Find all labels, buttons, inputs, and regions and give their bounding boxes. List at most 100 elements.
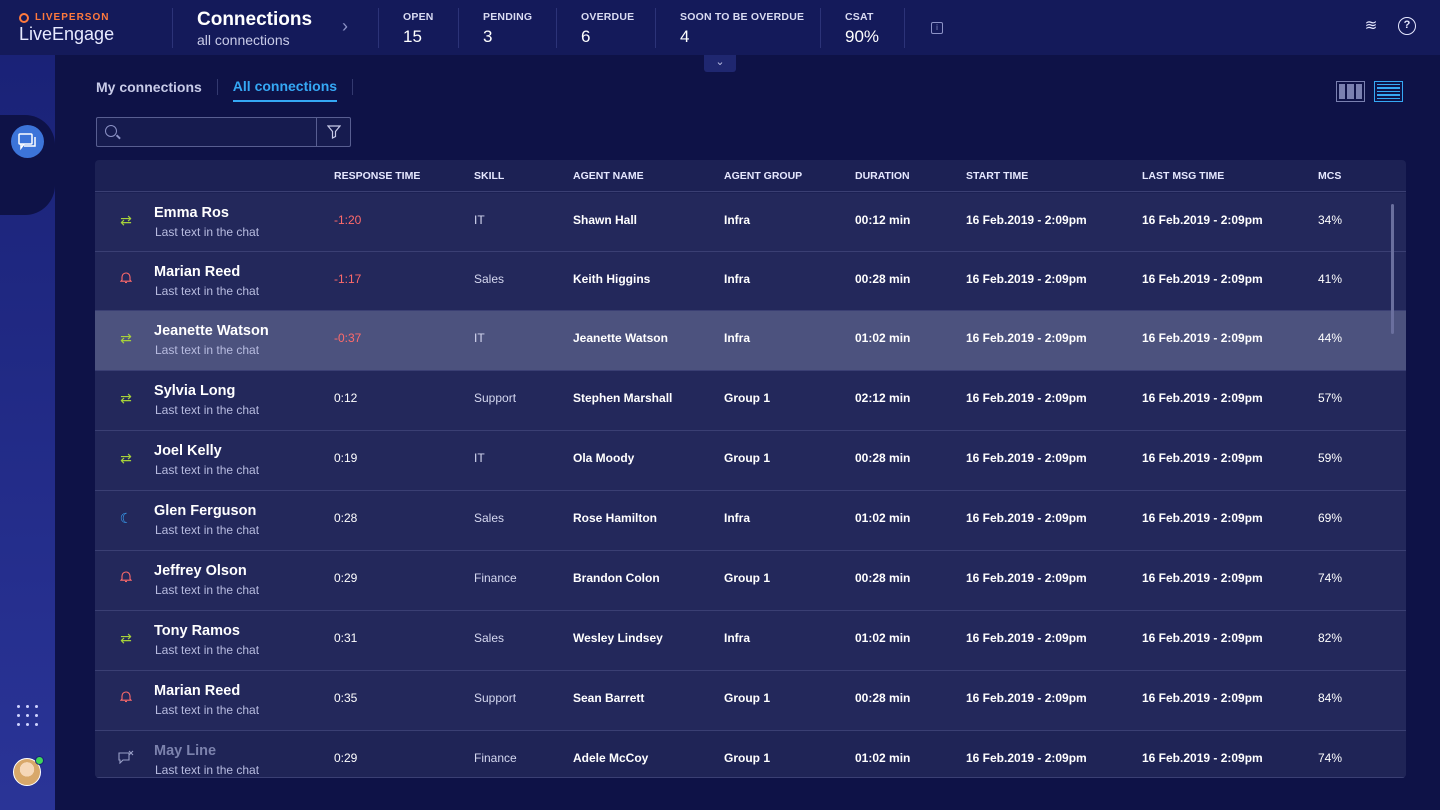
filter-icon[interactable]: [316, 118, 350, 146]
col-agent-group[interactable]: AGENT GROUP: [724, 170, 802, 182]
table-row[interactable]: May Line Last text in the chat 0:29 Finance…: [95, 731, 1406, 778]
agent-name: Adele McCoy: [573, 751, 649, 765]
agent-name: Stephen Marshall: [573, 391, 673, 405]
response-time: 0:35: [334, 691, 358, 705]
stat-open[interactable]: OPEN 15: [379, 0, 458, 55]
last-msg-time: 16 Feb.2019 - 2:09pm: [1142, 511, 1263, 525]
col-duration[interactable]: DURATION: [855, 170, 910, 182]
mcs: 69%: [1318, 511, 1343, 525]
agent-name: Ola Moody: [573, 451, 635, 465]
mcs: 57%: [1318, 391, 1343, 405]
table-row[interactable]: ⇄ Jeanette Watson Last text in the chat -0:…: [95, 311, 1406, 371]
connections-table: RESPONSE TIME SKILL AGENT NAME AGENT GRO…: [95, 160, 1406, 778]
col-last-msg-time[interactable]: LAST MSG TIME: [1142, 170, 1224, 182]
tab-my-connections[interactable]: My connections: [96, 79, 202, 101]
tab-divider: [216, 79, 218, 95]
col-skill[interactable]: SKILL: [474, 170, 504, 182]
stat-csat[interactable]: CSAT 90%: [821, 0, 904, 55]
table-row[interactable]: Marian Reed Last text in the chat 0:35 Supp…: [95, 671, 1406, 731]
layers-icon[interactable]: ≋: [1362, 17, 1380, 35]
tab-divider: [352, 79, 354, 95]
response-time: 0:19: [334, 451, 358, 465]
customer-name: Joel Kelly: [154, 443, 222, 459]
last-msg-time: 16 Feb.2019 - 2:09pm: [1142, 213, 1263, 227]
chevron-down-icon[interactable]: ⌄: [704, 55, 736, 72]
col-mcs[interactable]: MCS: [1318, 170, 1341, 182]
agent-group: Group 1: [724, 751, 771, 765]
stat-soon-overdue[interactable]: SOON TO BE OVERDUE 4: [656, 0, 820, 55]
transfer-icon: ⇄: [120, 390, 132, 406]
liveperson-logo-icon: [19, 12, 29, 23]
agent-group: Group 1: [724, 691, 771, 705]
table-row[interactable]: ⇄ Joel Kelly Last text in the chat 0:19 IT Ol…: [95, 431, 1406, 491]
start-time: 16 Feb.2019 - 2:09pm: [966, 331, 1087, 345]
response-time: -1:17: [334, 272, 362, 286]
mcs: 74%: [1318, 751, 1343, 765]
columns-view-icon[interactable]: [1336, 81, 1365, 102]
last-msg-time: 16 Feb.2019 - 2:09pm: [1142, 331, 1263, 345]
last-message: Last text in the chat: [155, 643, 260, 657]
stat-overdue[interactable]: OVERDUE 6: [557, 0, 655, 55]
tab-all-connections[interactable]: All connections: [232, 78, 338, 102]
skill: IT: [474, 213, 485, 227]
last-message: Last text in the chat: [155, 403, 260, 417]
customer-name: Marian Reed: [154, 683, 241, 699]
skill: Support: [474, 691, 517, 705]
stat-pending[interactable]: PENDING 3: [459, 0, 556, 55]
agent-name: Sean Barrett: [573, 691, 645, 705]
scrollbar[interactable]: [1391, 204, 1394, 334]
view-toggle: [1336, 81, 1403, 102]
col-start-time[interactable]: START TIME: [966, 170, 1028, 182]
customer-name: Emma Ros: [154, 205, 229, 221]
top-bar: LIVEPERSON LiveEngage Connections all co…: [0, 0, 1440, 55]
start-time: 16 Feb.2019 - 2:09pm: [966, 571, 1087, 585]
agent-name: Jeanette Watson: [573, 331, 668, 345]
table-row[interactable]: ⇄ Tony Ramos Last text in the chat 0:31 Sale…: [95, 611, 1406, 671]
mcs: 59%: [1318, 451, 1343, 465]
sidebar-item-connections[interactable]: [11, 125, 44, 158]
info-icon[interactable]: i: [931, 21, 943, 34]
response-time: 0:28: [334, 511, 358, 525]
last-message: Last text in the chat: [155, 523, 260, 537]
response-time: -1:20: [334, 213, 362, 227]
skill: IT: [474, 451, 485, 465]
table-row[interactable]: ⇄ Sylvia Long Last text in the chat 0:12 Sup…: [95, 371, 1406, 431]
table-row[interactable]: Marian Reed Last text in the chat -1:17 Sal…: [95, 252, 1406, 311]
col-response-time[interactable]: RESPONSE TIME: [334, 170, 420, 182]
stat-label: OVERDUE: [581, 11, 635, 23]
sidebar: [0, 55, 55, 810]
avatar[interactable]: [13, 756, 44, 786]
help-icon[interactable]: ?: [1398, 17, 1416, 35]
table-row[interactable]: Jeffrey Olson Last text in the chat 0:29 Fi…: [95, 551, 1406, 611]
last-msg-time: 16 Feb.2019 - 2:09pm: [1142, 451, 1263, 465]
apps-grid-icon[interactable]: [17, 705, 39, 727]
mcs: 74%: [1318, 571, 1343, 585]
table-row[interactable]: ☾ Glen Ferguson Last text in the chat 0:28 S…: [95, 491, 1406, 551]
response-time: -0:37: [334, 331, 362, 345]
stat-label: PENDING: [483, 11, 533, 23]
list-view-icon[interactable]: [1374, 81, 1403, 102]
search-icon: [105, 125, 117, 137]
start-time: 16 Feb.2019 - 2:09pm: [966, 691, 1087, 705]
duration: 00:28 min: [855, 272, 911, 286]
agent-name: Brandon Colon: [573, 571, 660, 585]
col-agent-name[interactable]: AGENT NAME: [573, 170, 644, 182]
last-msg-time: 16 Feb.2019 - 2:09pm: [1142, 631, 1263, 645]
last-msg-time: 16 Feb.2019 - 2:09pm: [1142, 691, 1263, 705]
stat-label: OPEN: [403, 11, 434, 23]
chevron-right-icon[interactable]: ›: [342, 16, 348, 37]
start-time: 16 Feb.2019 - 2:09pm: [966, 511, 1087, 525]
connections-selector[interactable]: Connections all connections ›: [173, 0, 378, 55]
agent-group: Infra: [724, 511, 751, 525]
table-row[interactable]: ⇄ Emma Ros Last text in the chat -1:20 IT Sha…: [95, 193, 1406, 252]
search-input[interactable]: [97, 118, 316, 146]
skill: Finance: [474, 751, 517, 765]
duration: 01:02 min: [855, 751, 911, 765]
transfer-icon: ⇄: [120, 450, 132, 466]
stat-value: 4: [680, 27, 690, 46]
last-msg-time: 16 Feb.2019 - 2:09pm: [1142, 391, 1263, 405]
agent-name: Keith Higgins: [573, 272, 651, 286]
stat-label: SOON TO BE OVERDUE: [680, 11, 805, 23]
chat-off-icon: [117, 750, 135, 767]
moon-icon: ☾: [119, 510, 133, 526]
